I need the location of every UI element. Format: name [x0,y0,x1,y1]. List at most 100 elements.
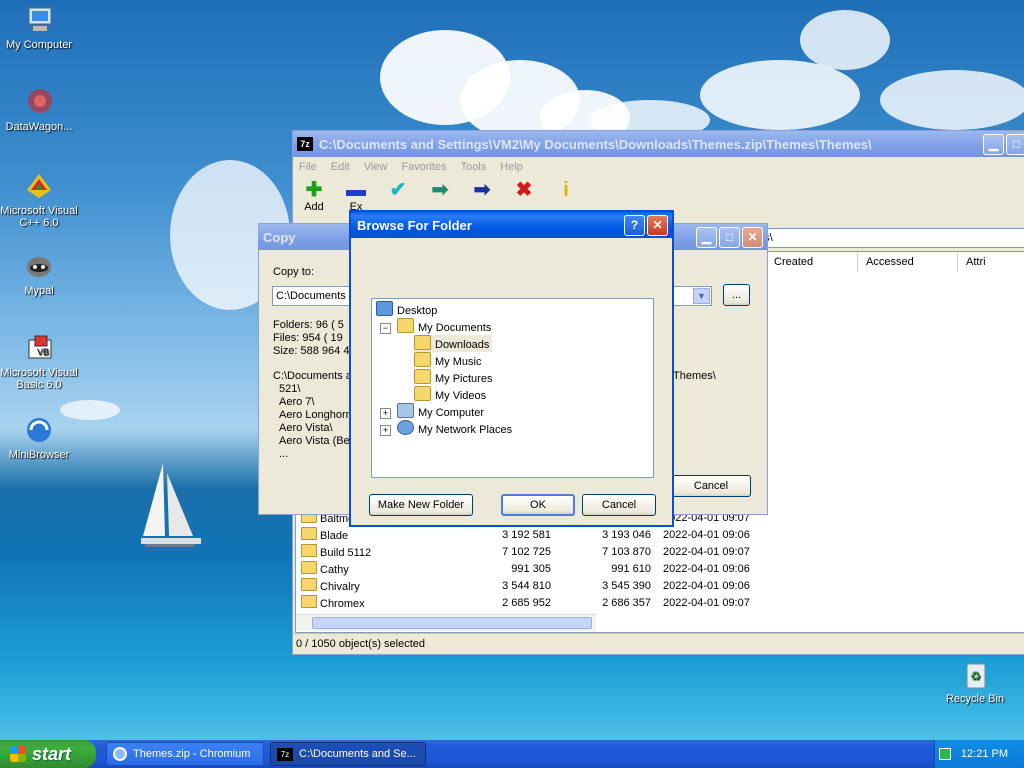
my-documents-icon [397,318,414,333]
help-button[interactable]: ? [624,214,645,236]
browse-button[interactable]: ... [723,284,750,306]
ok-button[interactable]: OK [501,494,575,516]
pictures-folder-icon [414,369,431,384]
desktop-icon-label: MiniBrowser [8,449,70,461]
desktop-icon-label: Microsoft Visual Basic 6.0 [0,367,78,391]
table-row[interactable]: Blade 3 192 581 3 193 046 2022-04-01 09:… [296,527,1016,544]
expand-toggle[interactable]: + [380,407,391,419]
copy-cancel-button[interactable]: Cancel [671,475,751,497]
tree-item-downloads[interactable]: Downloads [414,335,493,352]
browse-dialog-titlebar[interactable]: Browse For Folder ? ✕ [351,212,672,238]
copy-icon: ➡ [431,179,449,201]
file-manager-titlebar[interactable]: 7z C:\Documents and Settings\VM2\My Docu… [293,131,1024,157]
test-icon: ✔ [389,179,407,201]
tree-item-my-music[interactable]: My Music [414,352,481,369]
copy-to-label: Copy to: [273,266,314,278]
music-folder-icon [414,352,431,367]
folder-tree[interactable]: Desktop − My Documents Downloads My Music… [371,298,654,478]
start-button[interactable]: start [0,740,96,768]
info-button[interactable]: i [545,179,587,201]
table-row[interactable]: Build 5112 7 102 725 7 103 870 2022-04-0… [296,544,1016,561]
desktop-icon-label: DataWagon... [5,121,73,133]
svg-text:♻: ♻ [970,669,981,683]
folder-icon [301,578,317,591]
desktop-icon-label: Mypal [24,285,54,297]
tree-item-my-videos[interactable]: My Videos [414,386,486,403]
sailboat [141,463,201,547]
column-attributes[interactable]: Attri [958,252,1024,272]
taskbar: start Themes.zip - Chromium 7z C:\Docume… [0,740,1024,768]
desktop-icon-visual-cpp[interactable]: Microsoft Visual C++ 6.0 [0,170,78,229]
desktop-icon-minibrowser[interactable]: MiniBrowser [0,414,78,461]
delete-icon: ✖ [515,179,533,201]
table-row[interactable]: Chromex 2 685 952 2 686 357 2022-04-01 0… [296,595,1016,612]
column-created[interactable]: Created [766,252,858,272]
folder-icon [414,335,431,350]
computer-icon [23,4,55,36]
menu-help[interactable]: Help [500,161,523,173]
network-icon [397,420,414,435]
minimize-button[interactable]: ▁ [696,226,717,248]
folder-icon [301,561,317,574]
menu-bar: File Edit View Favorites Tools Help [293,157,1024,177]
chromium-icon [113,747,127,761]
task-7zip[interactable]: 7z C:\Documents and Se... [270,742,426,766]
table-row[interactable]: Cathy 991 305 991 610 2022-04-01 09:06 [296,561,1016,578]
minimize-button[interactable]: ▁ [983,133,1004,155]
add-button[interactable]: ✚ Add [293,179,335,213]
menu-favorites[interactable]: Favorites [401,161,446,173]
address-bar[interactable]: es\ [753,228,1024,248]
horizontal-scrollbar[interactable] [296,614,596,631]
menu-view[interactable]: View [364,161,388,173]
make-new-folder-button[interactable]: Make New Folder [369,494,473,516]
tree-item-desktop[interactable]: Desktop [376,301,437,318]
browse-folder-dialog: Browse For Folder ? ✕ Desktop − My Docume… [349,210,674,527]
menu-tools[interactable]: Tools [461,161,487,173]
desktop-icon-mypal[interactable]: Mypal [0,250,78,297]
menu-edit[interactable]: Edit [331,161,350,173]
7zip-icon: 7z [277,747,293,761]
collapse-toggle[interactable]: − [380,322,391,334]
move-button[interactable]: ➡ [461,179,503,201]
folder-icon [301,544,317,557]
desktop-icon-datawagon[interactable]: DataWagon... [0,86,78,133]
scrollbar-thumb[interactable] [312,617,592,629]
maximize-button[interactable]: □ [1006,133,1024,155]
browse-dialog-title: Browse For Folder [357,217,472,233]
desktop-icon-my-computer[interactable]: My Computer [0,4,78,51]
7zip-icon: 7z [297,137,313,151]
task-chromium[interactable]: Themes.zip - Chromium [106,742,264,766]
tree-item-my-documents[interactable]: − My Documents [380,318,491,335]
svg-text:VB: VB [37,347,49,357]
desktop-icon-label: Microsoft Visual C++ 6.0 [0,205,78,229]
folder-icon [301,527,317,540]
desktop-icon-visual-basic[interactable]: VB Microsoft Visual Basic 6.0 [0,332,78,391]
tree-item-my-network-places[interactable]: + My Network Places [380,420,512,437]
copy-button[interactable]: ➡ [419,179,461,201]
extract-icon: ▬ [346,179,366,201]
clock[interactable]: 12:21 PM [961,748,1008,760]
test-button[interactable]: ✔ [377,179,419,201]
menu-file[interactable]: File [299,161,317,173]
maximize-button[interactable]: □ [719,226,740,248]
cancel-button[interactable]: Cancel [582,494,656,516]
tree-item-my-pictures[interactable]: My Pictures [414,369,492,386]
visual-cpp-icon [23,170,55,202]
mypal-icon [23,250,55,282]
chevron-down-icon[interactable]: ▼ [693,288,710,304]
column-accessed[interactable]: Accessed [858,252,958,272]
table-row[interactable]: Chivalry 3 544 810 3 545 390 2022-04-01 … [296,578,1016,595]
close-button[interactable]: ✕ [647,214,668,236]
network-tray-icon[interactable] [938,748,951,760]
move-icon: ➡ [473,179,491,201]
tree-item-my-computer[interactable]: + My Computer [380,403,484,420]
delete-button[interactable]: ✖ [503,179,545,201]
status-bar: 0 / 1050 object(s) selected [293,633,1024,654]
add-icon: ✚ [305,179,323,201]
close-button[interactable]: ✕ [742,226,763,248]
extract-button[interactable]: ▬ Ex [335,179,377,213]
desktop-icon-recycle-bin[interactable]: ♻ Recycle Bin [936,658,1014,705]
expand-toggle[interactable]: + [380,424,391,436]
recycle-bin-icon: ♻ [959,658,991,690]
system-tray: 12:21 PM [934,740,1024,768]
